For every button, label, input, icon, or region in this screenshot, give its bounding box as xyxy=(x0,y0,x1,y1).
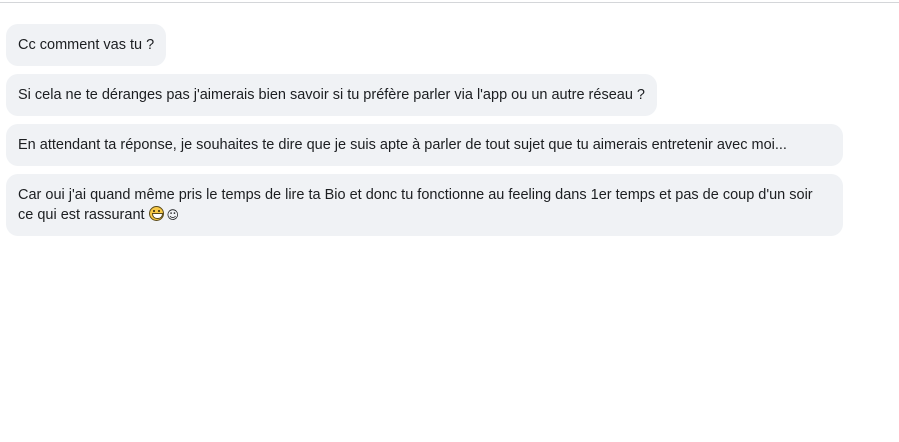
message-text: En attendant ta réponse, je souhaites te… xyxy=(18,137,787,153)
grinning-squinting-face-icon xyxy=(148,206,164,221)
top-divider xyxy=(0,2,899,3)
message-text: Cc comment vas tu ? xyxy=(18,37,155,53)
message-bubble[interactable]: Cc comment vas tu ? xyxy=(6,24,167,66)
message-bubble[interactable]: En attendant ta réponse, je souhaites te… xyxy=(6,124,843,166)
message-thread: Cc comment vas tu ? Si cela ne te dérang… xyxy=(6,24,876,244)
message-bubble[interactable]: Si cela ne te déranges pas j'aimerais bi… xyxy=(6,74,657,116)
message-text: Si cela ne te déranges pas j'aimerais bi… xyxy=(18,87,645,103)
smiling-face-icon: ☺ xyxy=(166,208,180,222)
message-bubble[interactable]: Car oui j'ai quand même pris le temps de… xyxy=(6,174,843,236)
message-text: Car oui j'ai quand même pris le temps de… xyxy=(18,187,813,223)
